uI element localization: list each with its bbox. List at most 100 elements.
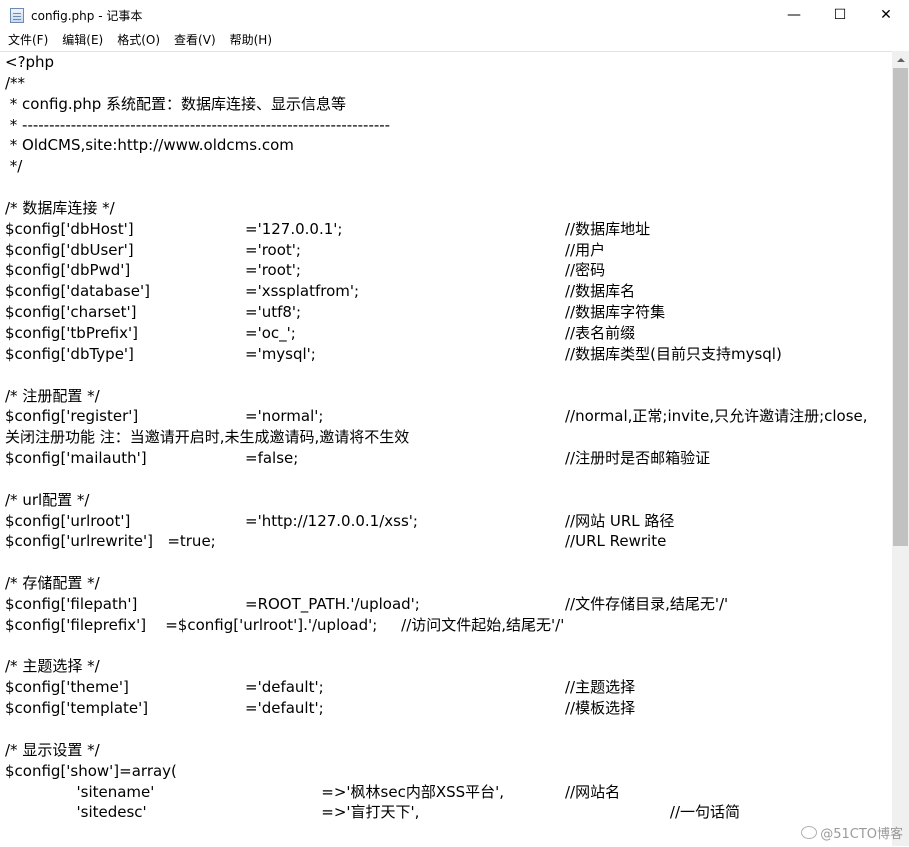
code-line: * OldCMS,site:http://www.oldcms.com bbox=[0, 135, 892, 156]
code-col-3: //模板选择 bbox=[565, 699, 636, 718]
code-line: /* url配置 */ bbox=[0, 490, 892, 511]
code-col-1: $config['urlrewrite'] =true; bbox=[5, 532, 216, 551]
code-col-3: //网站名 bbox=[565, 782, 621, 801]
scroll-thumb[interactable] bbox=[893, 68, 908, 546]
code-col-1: /** bbox=[5, 73, 26, 92]
watermark-logo-icon bbox=[801, 826, 818, 839]
code-line: $config['tbPrefix'] ='oc_'; //表名前缀 bbox=[0, 323, 892, 344]
code-col-1: $config['dbUser'] bbox=[5, 240, 134, 259]
code-col-1: /* 注册配置 */ bbox=[5, 386, 100, 405]
code-col-1: $config['urlroot'] bbox=[5, 511, 131, 530]
code-col-1: $config['register'] bbox=[5, 407, 139, 426]
code-col-3: //一句话简 bbox=[565, 803, 741, 822]
code-col-1: * OldCMS,site:http://www.oldcms.com bbox=[5, 136, 294, 155]
code-col-1: $config['mailauth'] bbox=[5, 449, 147, 468]
code-col-3: //数据库名 bbox=[565, 282, 636, 301]
minimize-button[interactable]: — bbox=[771, 0, 817, 30]
code-line: $config['database'] ='xssplatfrom'; //数据库名 bbox=[0, 281, 892, 302]
code-col-2: ='default'; bbox=[245, 678, 324, 697]
code-col-3: //URL Rewrite bbox=[565, 532, 667, 551]
code-col-3: //normal,正常;invite,只允许邀请注册;close, bbox=[565, 407, 868, 426]
code-line: $config['urlroot'] ='http://127.0.0.1/xss… bbox=[0, 511, 892, 532]
code-col-1: /* 数据库连接 */ bbox=[5, 198, 115, 217]
code-col-2: ='default'; bbox=[245, 699, 324, 718]
code-col-3: //用户 bbox=[565, 240, 606, 259]
code-col-1: $config['tbPrefix'] bbox=[5, 323, 138, 342]
code-col-2: ='127.0.0.1'; bbox=[245, 219, 343, 238]
code-line: */ bbox=[0, 156, 892, 177]
text-editor-area[interactable]: <?php /** * config.php 系统配置：数据库连接、显示信息等 *… bbox=[0, 51, 892, 847]
code-col-2: =ROOT_PATH.'/upload'; bbox=[245, 594, 420, 613]
code-col-3: //注册时是否邮箱验证 bbox=[565, 449, 711, 468]
code-col-1: /* 显示设置 */ bbox=[5, 740, 100, 759]
code-col-1: /* 存储配置 */ bbox=[5, 574, 100, 593]
code-col-2: =>'枫林sec内部XSS平台', bbox=[245, 782, 505, 801]
code-line: /* 数据库连接 */ bbox=[0, 198, 892, 219]
code-col-2: ='root'; bbox=[245, 240, 301, 259]
code-line: $config['register'] ='normal'; //normal,正常… bbox=[0, 406, 892, 427]
menu-file[interactable]: 文件(F) bbox=[0, 31, 55, 50]
watermark: @51CTO博客 bbox=[801, 823, 903, 842]
code-line: 'sitename' =>'枫林sec内部XSS平台', //网站名 bbox=[0, 782, 892, 803]
code-col-2: ='utf8'; bbox=[245, 303, 302, 322]
code-col-2: =false; bbox=[245, 449, 299, 468]
code-col-3: //数据库地址 bbox=[565, 219, 651, 238]
code-line: $config['dbType'] ='mysql'; //数据库类型(目前只支持m… bbox=[0, 344, 892, 365]
code-line: <?php bbox=[0, 52, 892, 73]
code-line: /** bbox=[0, 73, 892, 94]
vertical-scrollbar[interactable] bbox=[892, 51, 909, 846]
title-bar: config.php - 记事本 — ☐ ✕ bbox=[0, 0, 909, 30]
code-col-1: $config['theme'] bbox=[5, 678, 129, 697]
menu-edit[interactable]: 编辑(E) bbox=[55, 31, 110, 50]
code-col-1: */ bbox=[5, 157, 23, 176]
code-col-1: $config['show']=array( bbox=[5, 761, 177, 780]
code-col-2: ='xssplatfrom'; bbox=[245, 282, 360, 301]
watermark-text: @51CTO博客 bbox=[820, 827, 903, 842]
code-col-3: //文件存储目录,结尾无'/' bbox=[565, 594, 729, 613]
code-col-1: 'sitedesc' bbox=[5, 803, 147, 822]
code-col-1: $config['database'] bbox=[5, 282, 150, 301]
code-line: $config['theme'] ='default'; //主题选择 bbox=[0, 677, 892, 698]
code-col-1: $config['charset'] bbox=[5, 303, 137, 322]
code-line: 'sitedesc' =>'盲打天下', //一句话简 bbox=[0, 802, 892, 823]
code-col-1: 'sitename' bbox=[5, 782, 155, 801]
code-line: 关闭注册功能 注：当邀请开启时,未生成邀请码,邀请将不生效 bbox=[0, 427, 892, 448]
code-col-1: <?php bbox=[5, 53, 55, 71]
code-line: $config['urlrewrite'] =true; //URL Rewrit… bbox=[0, 531, 892, 552]
code-line: /* 主题选择 */ bbox=[0, 656, 892, 677]
code-line: $config['show']=array( bbox=[0, 761, 892, 782]
code-line: /* 注册配置 */ bbox=[0, 386, 892, 407]
code-line: $config['mailauth'] =false; //注册时是否邮箱验证 bbox=[0, 448, 892, 469]
menu-help[interactable]: 帮助(H) bbox=[223, 31, 279, 50]
code-col-1: /* url配置 */ bbox=[5, 490, 90, 509]
code-col-1: /* 主题选择 */ bbox=[5, 657, 100, 676]
close-button[interactable]: ✕ bbox=[863, 0, 909, 30]
scroll-up-arrow-icon[interactable] bbox=[892, 51, 909, 68]
code-line: $config['dbUser'] ='root'; //用户 bbox=[0, 240, 892, 261]
code-col-2: ='http://127.0.0.1/xss'; bbox=[245, 511, 418, 530]
menu-bar: 文件(F) 编辑(E) 格式(O) 查看(V) 帮助(H) bbox=[0, 30, 909, 51]
code-col-3: //主题选择 bbox=[565, 678, 636, 697]
code-col-1: $config['template'] bbox=[5, 699, 149, 718]
code-col-1: $config['dbHost'] bbox=[5, 219, 134, 238]
code-col-1: 关闭注册功能 注：当邀请开启时,未生成邀请码,邀请将不生效 bbox=[5, 428, 410, 447]
code-col-2: =>'盲打天下', bbox=[245, 803, 420, 822]
code-col-2: ='root'; bbox=[245, 261, 301, 280]
menu-format[interactable]: 格式(O) bbox=[110, 31, 167, 50]
menu-view[interactable]: 查看(V) bbox=[167, 31, 223, 50]
window-controls: — ☐ ✕ bbox=[771, 0, 909, 30]
code-line: $config['fileprefix'] =$config['urlroot'… bbox=[0, 615, 892, 636]
maximize-button[interactable]: ☐ bbox=[817, 0, 863, 30]
code-col-2: ='oc_'; bbox=[245, 323, 296, 342]
code-col-1: $config['dbPwd'] bbox=[5, 261, 131, 280]
code-line: $config['dbPwd'] ='root'; //密码 bbox=[0, 260, 892, 281]
code-col-3: //数据库类型(目前只支持mysql) bbox=[565, 344, 782, 363]
code-col-1: $config['filepath'] bbox=[5, 594, 138, 613]
code-col-1: $config['dbType'] bbox=[5, 344, 134, 363]
window-title: config.php - 记事本 bbox=[31, 8, 143, 23]
